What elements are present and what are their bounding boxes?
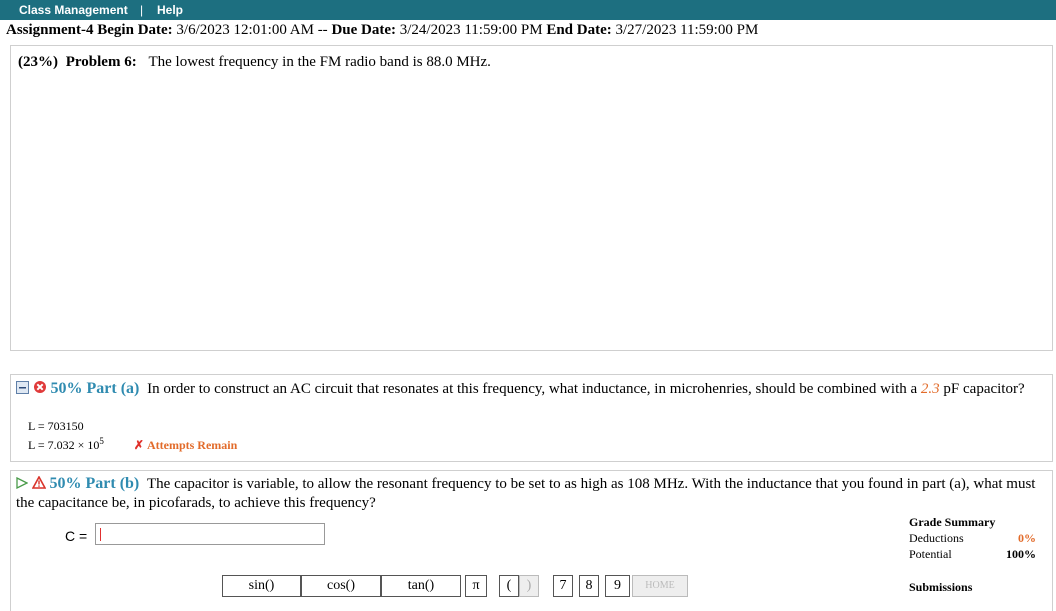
grade-summary: Grade Summary Deductions 0% Potential 10… <box>909 515 1039 596</box>
left-paren-key[interactable]: ( <box>499 575 519 597</box>
top-nav-bar: Class Management | Help <box>0 0 1056 20</box>
pi-key[interactable]: π <box>465 575 487 597</box>
nav-separator: | <box>140 3 144 17</box>
end-date-label: End Date: <box>546 22 612 38</box>
sin-key[interactable]: sin() <box>222 575 301 597</box>
part-b-text: The capacitor is variable, to allow the … <box>16 476 1036 511</box>
problem-label: Problem 6: <box>65 54 137 70</box>
capacitance-value: 2.3 <box>920 381 940 397</box>
deductions-row: Deductions 0% <box>909 531 1039 547</box>
part-a-panel: 50% Part (a) In order to construct an AC… <box>10 374 1053 462</box>
begin-date-label: Begin Date: <box>97 22 173 38</box>
potential-row: Potential 100% <box>909 547 1039 563</box>
begin-date: 3/6/2023 12:01:00 AM <box>176 22 314 38</box>
expand-arrow-icon[interactable] <box>16 476 29 494</box>
capacitance-input[interactable] <box>95 523 325 545</box>
due-date-label: Due Date: <box>331 22 397 38</box>
problem-panel: (23%) Problem 6: The lowest frequency in… <box>10 45 1053 351</box>
text-cursor <box>100 528 101 541</box>
capacitance-input-label: C = <box>65 528 88 544</box>
part-b-question: 50% Part (b) The capacitor is variable, … <box>16 474 1046 512</box>
previous-answer: L = 703150 <box>28 419 84 433</box>
attempts-remain-status: Attempts Remain <box>146 438 238 452</box>
cos-key[interactable]: cos() <box>301 575 381 597</box>
problem-statement: (23%) Problem 6: The lowest frequency in… <box>18 54 491 71</box>
part-a-label: 50% Part (a) <box>50 380 140 397</box>
seven-key[interactable]: 7 <box>553 575 573 597</box>
eight-key[interactable]: 8 <box>579 575 599 597</box>
assignment-title: Assignment-4 <box>6 22 94 38</box>
problem-weight: (23%) <box>18 54 58 70</box>
date-separator: -- <box>317 22 328 38</box>
tan-key[interactable]: tan() <box>381 575 461 597</box>
answer-sci-exponent: 5 <box>99 436 104 446</box>
warning-icon <box>31 474 47 494</box>
home-key[interactable]: HOME <box>632 575 688 597</box>
nine-key[interactable]: 9 <box>605 575 630 597</box>
right-paren-key[interactable]: ) <box>519 575 539 597</box>
part-a-text-after: pF capacitor? <box>943 381 1025 397</box>
grade-summary-title: Grade Summary <box>909 515 996 529</box>
deductions-value: 0% <box>1018 531 1036 545</box>
part-a-question: 50% Part (a) In order to construct an AC… <box>16 380 1046 399</box>
assignment-header: Assignment-4 Begin Date: 3/6/2023 12:01:… <box>6 22 758 39</box>
answer-sci-prefix: L = 7.032 × 10 <box>28 438 100 452</box>
potential-value: 100% <box>1006 547 1036 561</box>
part-b-label: 50% Part (b) <box>49 475 140 492</box>
attempt-mark-icon: ✗ <box>133 438 144 452</box>
deductions-label: Deductions <box>909 531 964 545</box>
end-date: 3/27/2023 11:59:00 PM <box>615 22 759 38</box>
problem-text: The lowest frequency in the FM radio ban… <box>148 54 491 70</box>
class-management-link[interactable]: Class Management <box>19 3 128 17</box>
incorrect-icon <box>33 380 47 399</box>
previous-answer-scientific: L = 7.032 × 105 ✗ Attempts Remain <box>28 436 237 453</box>
potential-label: Potential <box>909 547 952 561</box>
collapse-icon[interactable] <box>16 380 29 399</box>
help-link[interactable]: Help <box>157 3 183 17</box>
due-date: 3/24/2023 11:59:00 PM <box>399 22 543 38</box>
submissions-title: Submissions <box>909 580 973 594</box>
part-a-text-before: In order to construct an AC circuit that… <box>147 381 918 397</box>
